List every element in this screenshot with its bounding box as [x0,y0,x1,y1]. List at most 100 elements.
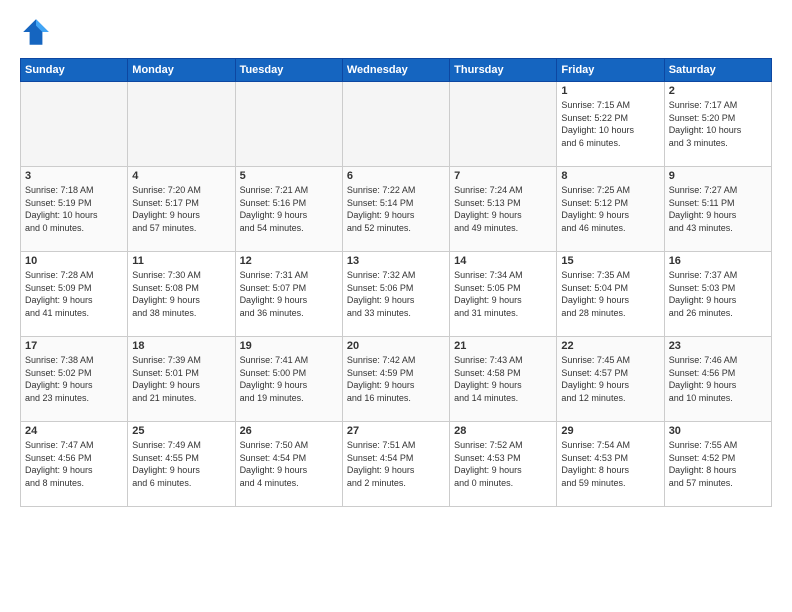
day-info: Sunrise: 7:28 AM Sunset: 5:09 PM Dayligh… [25,269,123,319]
calendar-cell: 19 Sunrise: 7:41 AM Sunset: 5:00 PM Dayli… [235,337,342,422]
day-info: Sunrise: 7:49 AM Sunset: 4:55 PM Dayligh… [132,439,230,489]
calendar-cell [342,82,449,167]
calendar-cell: 25Sunrise: 7:49 AM Sunset: 4:55 PM Dayli… [128,422,235,507]
day-number: 19 [240,340,338,352]
day-number: 10 [25,255,123,267]
day-number: 17 [25,340,123,352]
day-number: 12 [240,255,338,267]
day-number: 1 [561,85,659,97]
calendar-cell: 20 Sunrise: 7:42 AM Sunset: 4:59 PM Dayli… [342,337,449,422]
calendar-cell: 26 Sunrise: 7:50 AM Sunset: 4:54 PM Dayli… [235,422,342,507]
day-info: Sunrise: 7:27 AM Sunset: 5:11 PM Dayligh… [669,184,767,234]
day-info: Sunrise: 7:42 AM Sunset: 4:59 PM Dayligh… [347,354,445,404]
calendar-cell [450,82,557,167]
day-info: Sunrise: 7:24 AM Sunset: 5:13 PM Dayligh… [454,184,552,234]
calendar-cell: 12 Sunrise: 7:31 AM Sunset: 5:07 PM Dayli… [235,252,342,337]
column-header-tuesday: Tuesday [235,59,342,82]
day-number: 29 [561,425,659,437]
calendar-cell: 14 Sunrise: 7:34 AM Sunset: 5:05 PM Dayli… [450,252,557,337]
calendar-week-5: 24 Sunrise: 7:47 AM Sunset: 4:56 PM Dayli… [21,422,772,507]
calendar-cell [21,82,128,167]
day-info: Sunrise: 7:39 AM Sunset: 5:01 PM Dayligh… [132,354,230,404]
column-header-sunday: Sunday [21,59,128,82]
calendar-cell: 22 Sunrise: 7:45 AM Sunset: 4:57 PM Dayli… [557,337,664,422]
day-number: 18 [132,340,230,352]
day-number: 30 [669,425,767,437]
calendar-cell: 24 Sunrise: 7:47 AM Sunset: 4:56 PM Dayli… [21,422,128,507]
day-info: Sunrise: 7:35 AM Sunset: 5:04 PM Dayligh… [561,269,659,319]
day-number: 7 [454,170,552,182]
calendar-cell: 23 Sunrise: 7:46 AM Sunset: 4:56 PM Dayli… [664,337,771,422]
day-number: 23 [669,340,767,352]
column-header-thursday: Thursday [450,59,557,82]
day-number: 20 [347,340,445,352]
header-row: SundayMondayTuesdayWednesdayThursdayFrid… [21,59,772,82]
day-info: Sunrise: 7:50 AM Sunset: 4:54 PM Dayligh… [240,439,338,489]
day-info: Sunrise: 7:45 AM Sunset: 4:57 PM Dayligh… [561,354,659,404]
header-area [20,16,772,48]
day-number: 4 [132,170,230,182]
calendar-cell: 7 Sunrise: 7:24 AM Sunset: 5:13 PM Daylig… [450,167,557,252]
day-info: Sunrise: 7:52 AM Sunset: 4:53 PM Dayligh… [454,439,552,489]
day-number: 21 [454,340,552,352]
column-header-saturday: Saturday [664,59,771,82]
day-info: Sunrise: 7:41 AM Sunset: 5:00 PM Dayligh… [240,354,338,404]
day-info: Sunrise: 7:37 AM Sunset: 5:03 PM Dayligh… [669,269,767,319]
calendar: SundayMondayTuesdayWednesdayThursdayFrid… [20,58,772,507]
calendar-cell: 11Sunrise: 7:30 AM Sunset: 5:08 PM Dayli… [128,252,235,337]
calendar-cell: 5 Sunrise: 7:21 AM Sunset: 5:16 PM Daylig… [235,167,342,252]
day-number: 22 [561,340,659,352]
calendar-cell: 10 Sunrise: 7:28 AM Sunset: 5:09 PM Dayli… [21,252,128,337]
calendar-header: SundayMondayTuesdayWednesdayThursdayFrid… [21,59,772,82]
calendar-week-4: 17Sunrise: 7:38 AM Sunset: 5:02 PM Dayli… [21,337,772,422]
day-info: Sunrise: 7:47 AM Sunset: 4:56 PM Dayligh… [25,439,123,489]
calendar-cell: 6 Sunrise: 7:22 AM Sunset: 5:14 PM Daylig… [342,167,449,252]
day-number: 9 [669,170,767,182]
calendar-cell: 29 Sunrise: 7:54 AM Sunset: 4:53 PM Dayli… [557,422,664,507]
calendar-cell: 28 Sunrise: 7:52 AM Sunset: 4:53 PM Dayli… [450,422,557,507]
calendar-cell [235,82,342,167]
calendar-cell: 30 Sunrise: 7:55 AM Sunset: 4:52 PM Dayli… [664,422,771,507]
day-info: Sunrise: 7:22 AM Sunset: 5:14 PM Dayligh… [347,184,445,234]
day-number: 8 [561,170,659,182]
day-info: Sunrise: 7:31 AM Sunset: 5:07 PM Dayligh… [240,269,338,319]
logo [20,16,56,48]
column-header-monday: Monday [128,59,235,82]
calendar-cell: 13Sunrise: 7:32 AM Sunset: 5:06 PM Dayli… [342,252,449,337]
page: SundayMondayTuesdayWednesdayThursdayFrid… [0,0,792,612]
day-number: 16 [669,255,767,267]
day-info: Sunrise: 7:34 AM Sunset: 5:05 PM Dayligh… [454,269,552,319]
calendar-cell: 1Sunrise: 7:15 AM Sunset: 5:22 PM Daylig… [557,82,664,167]
day-info: Sunrise: 7:21 AM Sunset: 5:16 PM Dayligh… [240,184,338,234]
day-info: Sunrise: 7:51 AM Sunset: 4:54 PM Dayligh… [347,439,445,489]
column-header-wednesday: Wednesday [342,59,449,82]
calendar-cell: 18 Sunrise: 7:39 AM Sunset: 5:01 PM Dayli… [128,337,235,422]
day-info: Sunrise: 7:43 AM Sunset: 4:58 PM Dayligh… [454,354,552,404]
day-number: 6 [347,170,445,182]
day-number: 28 [454,425,552,437]
day-number: 2 [669,85,767,97]
day-info: Sunrise: 7:54 AM Sunset: 4:53 PM Dayligh… [561,439,659,489]
day-number: 27 [347,425,445,437]
calendar-cell: 21 Sunrise: 7:43 AM Sunset: 4:58 PM Dayli… [450,337,557,422]
calendar-cell: 17Sunrise: 7:38 AM Sunset: 5:02 PM Dayli… [21,337,128,422]
calendar-week-2: 3Sunrise: 7:18 AM Sunset: 5:19 PM Daylig… [21,167,772,252]
day-number: 24 [25,425,123,437]
day-number: 5 [240,170,338,182]
calendar-body: 1Sunrise: 7:15 AM Sunset: 5:22 PM Daylig… [21,82,772,507]
day-info: Sunrise: 7:55 AM Sunset: 4:52 PM Dayligh… [669,439,767,489]
calendar-cell: 16 Sunrise: 7:37 AM Sunset: 5:03 PM Dayli… [664,252,771,337]
day-info: Sunrise: 7:20 AM Sunset: 5:17 PM Dayligh… [132,184,230,234]
day-number: 3 [25,170,123,182]
calendar-cell: 4 Sunrise: 7:20 AM Sunset: 5:17 PM Daylig… [128,167,235,252]
day-number: 13 [347,255,445,267]
day-info: Sunrise: 7:46 AM Sunset: 4:56 PM Dayligh… [669,354,767,404]
day-number: 11 [132,255,230,267]
calendar-cell: 27 Sunrise: 7:51 AM Sunset: 4:54 PM Dayli… [342,422,449,507]
day-number: 26 [240,425,338,437]
calendar-cell: 15Sunrise: 7:35 AM Sunset: 5:04 PM Dayli… [557,252,664,337]
day-number: 14 [454,255,552,267]
calendar-cell: 9 Sunrise: 7:27 AM Sunset: 5:11 PM Daylig… [664,167,771,252]
day-info: Sunrise: 7:17 AM Sunset: 5:20 PM Dayligh… [669,99,767,149]
calendar-cell: 8Sunrise: 7:25 AM Sunset: 5:12 PM Daylig… [557,167,664,252]
